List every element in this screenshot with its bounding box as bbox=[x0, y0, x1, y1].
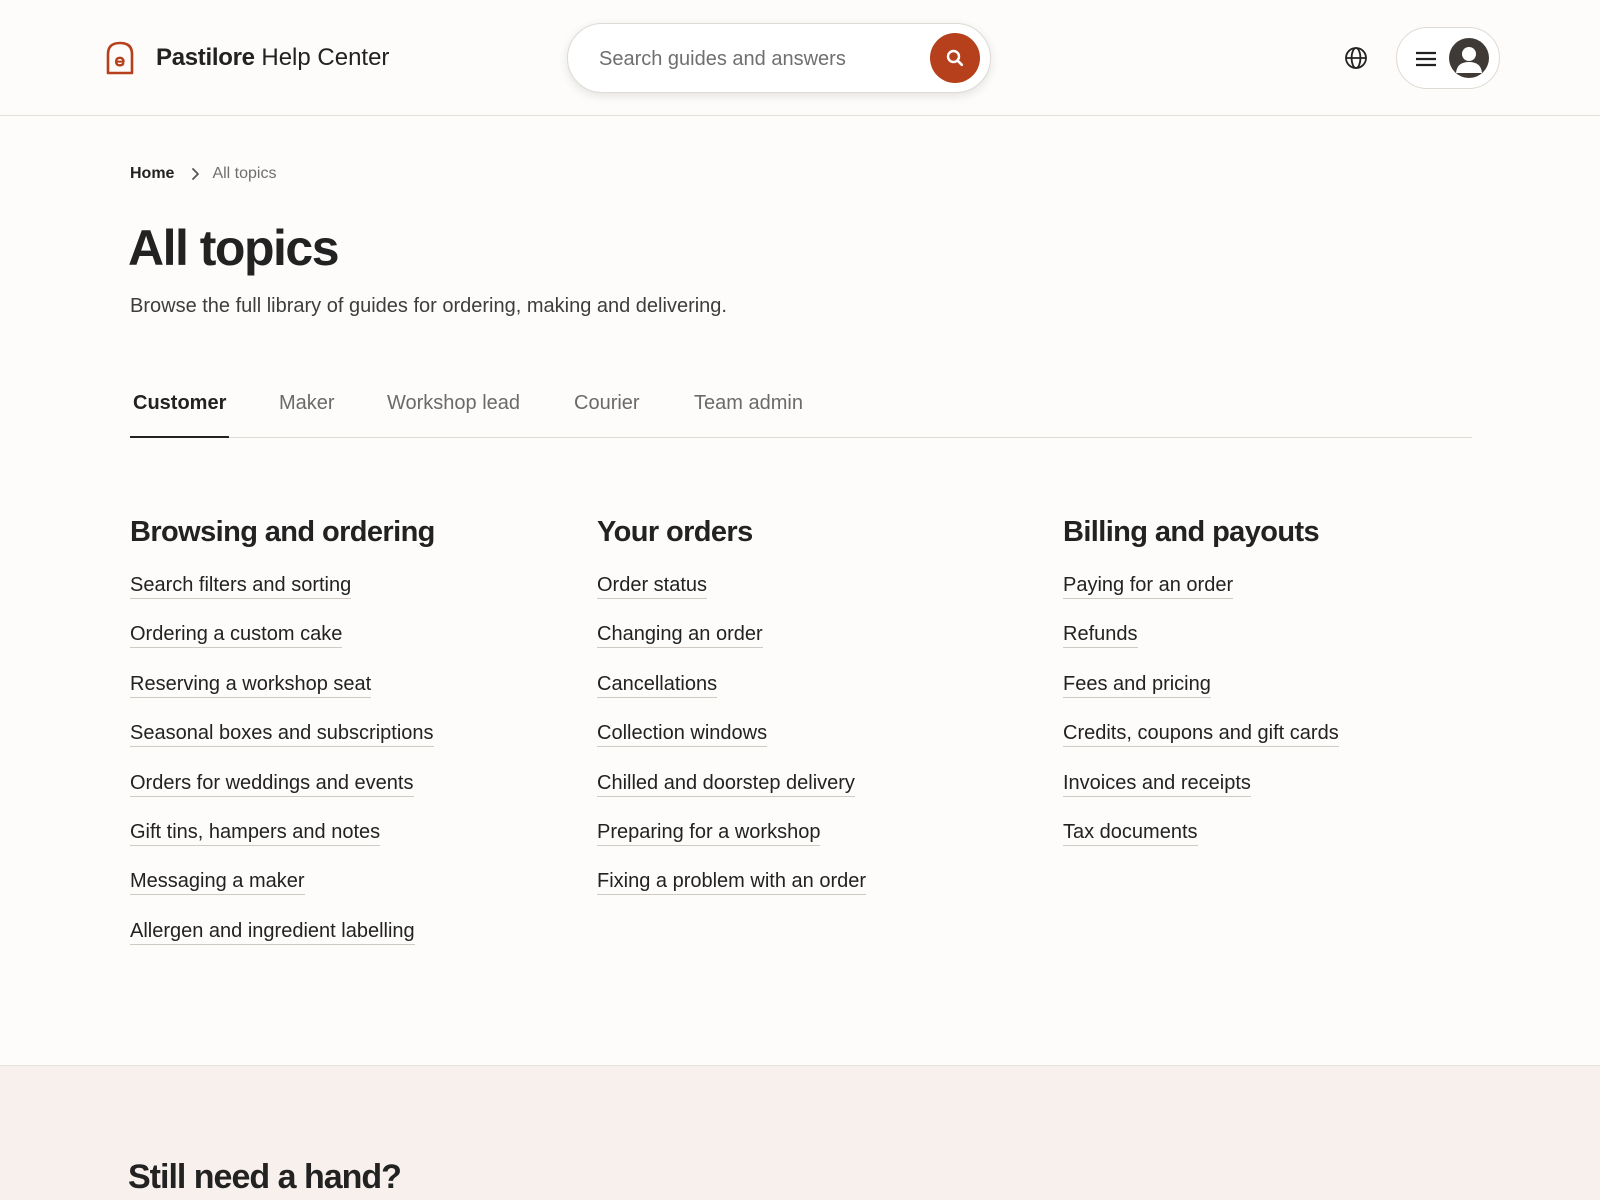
topic-link[interactable]: Allergen and ingredient labelling bbox=[130, 918, 415, 945]
topic-link[interactable]: Collection windows bbox=[597, 720, 768, 748]
topic-link[interactable]: Search filters and sorting bbox=[130, 572, 352, 599]
topic-link[interactable]: Preparing for a workshop bbox=[597, 819, 821, 846]
topic-link[interactable]: Cancellations bbox=[597, 671, 718, 698]
list-item: Reserving a workshop seat bbox=[130, 671, 570, 720]
topic-link[interactable]: Chilled and doorstep delivery bbox=[597, 770, 855, 797]
topic-list: Order status Changing an order Cancellat… bbox=[597, 572, 1037, 918]
topic-column-billing-and-payouts: Billing and payouts Paying for an order … bbox=[1063, 512, 1503, 868]
list-item: Order status bbox=[597, 572, 1037, 621]
topic-link[interactable]: Messaging a maker bbox=[130, 868, 305, 896]
list-item: Paying for an order bbox=[1063, 572, 1503, 621]
topic-link[interactable]: Ordering a custom cake bbox=[130, 621, 343, 649]
list-item: Allergen and ingredient labelling bbox=[130, 918, 570, 967]
page-subtitle: Browse the full library of guides for or… bbox=[130, 295, 727, 317]
tab-maker[interactable]: Maker bbox=[279, 376, 335, 438]
list-item: Refunds bbox=[1063, 621, 1503, 670]
brand-text: Pastilore Help Center bbox=[156, 40, 389, 76]
topic-link[interactable]: Seasonal boxes and subscriptions bbox=[130, 720, 434, 748]
topic-link[interactable]: Invoices and receipts bbox=[1063, 770, 1251, 797]
topic-link[interactable]: Credits, coupons and gift cards bbox=[1063, 720, 1339, 748]
list-item: Seasonal boxes and subscriptions bbox=[130, 720, 570, 769]
list-item: Chilled and doorstep delivery bbox=[597, 770, 1037, 819]
avatar bbox=[1449, 38, 1489, 78]
search-bar bbox=[567, 23, 991, 93]
list-item: Tax documents bbox=[1063, 819, 1503, 868]
topic-link[interactable]: Gift tins, hampers and notes bbox=[130, 819, 381, 846]
topic-link[interactable]: Refunds bbox=[1063, 621, 1138, 649]
brand-suffix: Help Center bbox=[261, 44, 390, 71]
breadcrumb: Home All topics bbox=[130, 165, 276, 183]
topic-list: Search filters and sorting Ordering a cu… bbox=[130, 572, 570, 967]
language-button[interactable] bbox=[1338, 40, 1374, 76]
user-avatar-icon bbox=[1456, 47, 1482, 73]
topic-link[interactable]: Order status bbox=[597, 572, 708, 599]
list-item: Gift tins, hampers and notes bbox=[130, 819, 570, 868]
list-item: Collection windows bbox=[597, 720, 1037, 769]
breadcrumb-current: All topics bbox=[212, 165, 277, 182]
tab-workshop-lead[interactable]: Workshop lead bbox=[387, 376, 520, 438]
column-title: Your orders bbox=[597, 516, 753, 548]
column-title: Browsing and ordering bbox=[130, 516, 435, 548]
audience-tabs: Customer Maker Workshop lead Courier Tea… bbox=[130, 376, 1472, 438]
topic-column-your-orders: Your orders Order status Changing an ord… bbox=[597, 512, 1037, 918]
topic-link[interactable]: Fees and pricing bbox=[1063, 671, 1211, 698]
topic-link[interactable]: Tax documents bbox=[1063, 819, 1198, 846]
list-item: Preparing for a workshop bbox=[597, 819, 1037, 868]
list-item: Fixing a problem with an order bbox=[597, 868, 1037, 917]
help-section: Still need a hand? bbox=[0, 1065, 1600, 1200]
breadcrumb-home-link[interactable]: Home bbox=[130, 165, 174, 183]
list-item: Messaging a maker bbox=[130, 868, 570, 917]
list-item: Changing an order bbox=[597, 621, 1037, 670]
list-item: Invoices and receipts bbox=[1063, 770, 1503, 819]
brand[interactable]: Pastilore Help Center bbox=[104, 40, 389, 76]
topic-list: Paying for an order Refunds Fees and pri… bbox=[1063, 572, 1503, 868]
site-header: Pastilore Help Center bbox=[0, 0, 1600, 116]
search-icon bbox=[946, 49, 964, 67]
tab-customer[interactable]: Customer bbox=[130, 376, 230, 438]
topic-link[interactable]: Fixing a problem with an order bbox=[597, 868, 867, 896]
brand-name: Pastilore bbox=[156, 44, 255, 71]
list-item: Search filters and sorting bbox=[130, 572, 570, 621]
page-title: All topics bbox=[128, 220, 340, 276]
search-input[interactable] bbox=[599, 44, 899, 74]
tab-team-admin[interactable]: Team admin bbox=[694, 376, 803, 438]
topic-link[interactable]: Reserving a workshop seat bbox=[130, 671, 372, 698]
column-title: Billing and payouts bbox=[1063, 516, 1320, 548]
globe-icon bbox=[1345, 47, 1367, 69]
list-item: Fees and pricing bbox=[1063, 671, 1503, 720]
list-item: Ordering a custom cake bbox=[130, 621, 570, 670]
tab-courier[interactable]: Courier bbox=[574, 376, 640, 438]
topic-column-browsing-and-ordering: Browsing and ordering Search filters and… bbox=[130, 512, 570, 967]
list-item: Cancellations bbox=[597, 671, 1037, 720]
hamburger-menu-icon bbox=[1416, 51, 1436, 67]
pastilore-logo-icon bbox=[106, 41, 134, 75]
list-item: Credits, coupons and gift cards bbox=[1063, 720, 1503, 769]
topic-link[interactable]: Orders for weddings and events bbox=[130, 770, 414, 797]
search-button[interactable] bbox=[930, 33, 980, 83]
topic-link[interactable]: Paying for an order bbox=[1063, 572, 1234, 599]
account-menu-button[interactable] bbox=[1396, 27, 1500, 89]
topic-link[interactable]: Changing an order bbox=[597, 621, 763, 649]
chevron-right-icon bbox=[190, 167, 200, 181]
list-item: Orders for weddings and events bbox=[130, 770, 570, 819]
help-title: Still need a hand? bbox=[128, 1158, 402, 1196]
